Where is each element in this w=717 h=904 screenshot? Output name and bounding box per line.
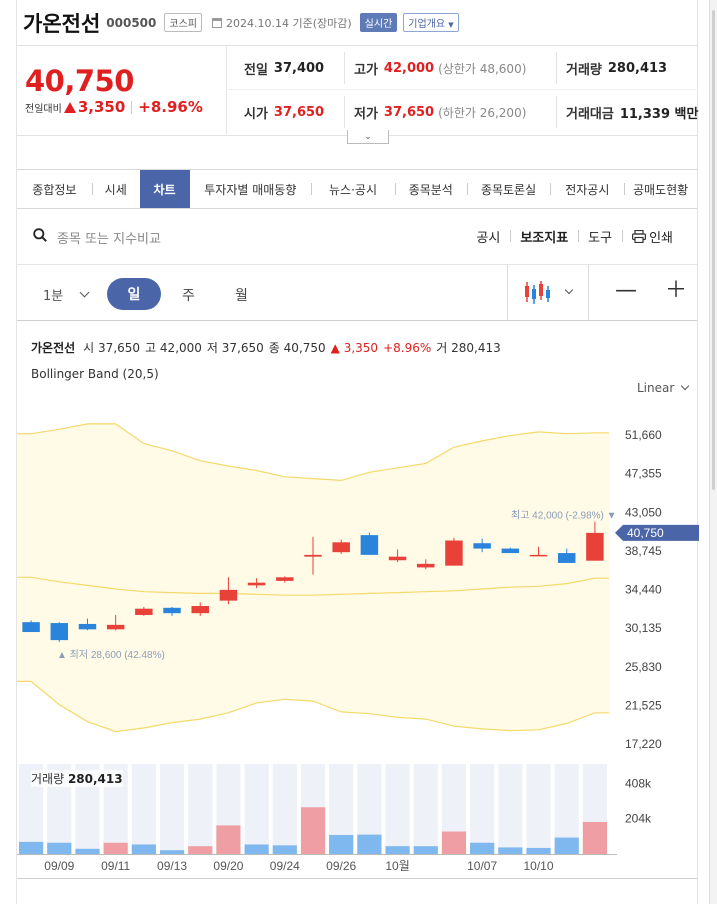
candle-body bbox=[360, 535, 379, 555]
date-axis-tick: 09/09 bbox=[44, 859, 74, 873]
price-axis-tick: 47,355 bbox=[625, 467, 662, 481]
price-axis-tick: 17,220 bbox=[625, 737, 662, 751]
volume-title: 거래량 280,413 bbox=[31, 770, 123, 787]
volume-title-value: 280,413 bbox=[67, 772, 123, 786]
price-axis-tick: 43,050 bbox=[625, 505, 662, 519]
candle-body bbox=[445, 540, 463, 566]
max-price-annotation: 최고 42,000 (-2.98%) ▼ bbox=[511, 510, 617, 522]
volume-bar bbox=[498, 847, 523, 854]
volume-column-bg bbox=[470, 764, 495, 854]
current-price-tag-label: 40,750 bbox=[627, 526, 664, 540]
price-axis-tick: 21,525 bbox=[625, 698, 662, 712]
candle-body bbox=[557, 553, 576, 563]
volume-column-bg bbox=[159, 764, 185, 854]
volume-bar bbox=[385, 846, 410, 854]
volume-bar bbox=[47, 842, 72, 854]
min-price-annotation: ▲ 최저 28,600 (42.48%) bbox=[57, 649, 165, 661]
candle-body bbox=[219, 589, 238, 601]
volume-bar bbox=[75, 848, 100, 854]
volume-bar bbox=[470, 842, 495, 854]
volume-column-bg bbox=[244, 764, 269, 854]
date-axis-tick: 09/26 bbox=[326, 859, 356, 873]
candle-body bbox=[106, 624, 125, 630]
volume-bar bbox=[272, 845, 297, 854]
candle-body bbox=[22, 622, 40, 633]
price-axis-tick: 25,830 bbox=[625, 660, 662, 674]
candle-body bbox=[276, 577, 294, 581]
date-axis-tick: 10/07 bbox=[467, 859, 497, 873]
candle-body bbox=[191, 606, 209, 614]
candle-body bbox=[78, 623, 97, 630]
price-axis-tick: 30,135 bbox=[625, 621, 662, 635]
volume-bar bbox=[441, 831, 467, 854]
price-chart[interactable]: 51,660 47,355 43,050 38,745 34,440 30,135 25,8… bbox=[17, 0, 699, 904]
candle-body bbox=[586, 532, 604, 561]
volume-bar bbox=[188, 846, 213, 854]
volume-bar bbox=[413, 846, 438, 854]
volume-bar bbox=[131, 844, 156, 854]
candle-body bbox=[135, 608, 153, 615]
candle-body bbox=[473, 543, 491, 549]
app-frame: 가온전선 000500 코스피 2024.10.14 기준(장마감) 실시간 기… bbox=[16, 0, 699, 904]
volume-bar bbox=[357, 834, 382, 854]
volume-column-bg bbox=[272, 764, 297, 854]
date-axis-tick: 09/11 bbox=[101, 859, 130, 873]
candle-body bbox=[50, 623, 69, 641]
date-axis-tick: 09/20 bbox=[213, 859, 243, 873]
volume-bar bbox=[329, 834, 354, 854]
volume-bar bbox=[216, 825, 241, 854]
scrollbar-thumb[interactable] bbox=[712, 10, 715, 490]
candle-body bbox=[247, 582, 266, 586]
volume-axis-tick: 408k bbox=[625, 776, 652, 790]
volume-axis-tick: 204k bbox=[625, 812, 652, 826]
volume-bar bbox=[19, 841, 44, 854]
candle-body bbox=[163, 607, 181, 614]
candle-body bbox=[304, 554, 322, 557]
volume-bar bbox=[244, 844, 269, 854]
date-axis-tick: 10/10 bbox=[524, 859, 554, 873]
candle-body bbox=[529, 554, 548, 557]
volume-column-bg bbox=[498, 764, 523, 854]
date-axis-tick: 09/13 bbox=[157, 859, 187, 873]
date-axis-tick: 09/24 bbox=[270, 859, 300, 873]
volume-column-bg bbox=[526, 764, 551, 854]
volume-column-bg bbox=[131, 764, 156, 854]
date-axis-tick: 10월 bbox=[385, 859, 409, 873]
volume-bar bbox=[526, 847, 551, 854]
divider bbox=[17, 878, 697, 879]
candle-body bbox=[332, 542, 350, 553]
price-axis-tick: 38,745 bbox=[625, 544, 662, 558]
volume-bar bbox=[582, 821, 607, 854]
volume-bar bbox=[103, 842, 128, 854]
candle-body bbox=[501, 548, 520, 554]
volume-bar bbox=[300, 807, 326, 854]
volume-bar bbox=[159, 850, 185, 854]
volume-title-label: 거래량 bbox=[31, 772, 65, 786]
volume-column-bg bbox=[413, 764, 438, 854]
bollinger-band-area bbox=[17, 423, 609, 732]
volume-bar bbox=[554, 837, 579, 854]
scrollbar[interactable] bbox=[709, 0, 717, 904]
price-axis-tick: 34,440 bbox=[625, 583, 662, 597]
volume-column-bg bbox=[188, 764, 213, 854]
price-axis-tick: 51,660 bbox=[625, 428, 662, 442]
candle-body bbox=[417, 563, 435, 568]
volume-column-bg bbox=[385, 764, 410, 854]
candle-body bbox=[388, 556, 407, 561]
